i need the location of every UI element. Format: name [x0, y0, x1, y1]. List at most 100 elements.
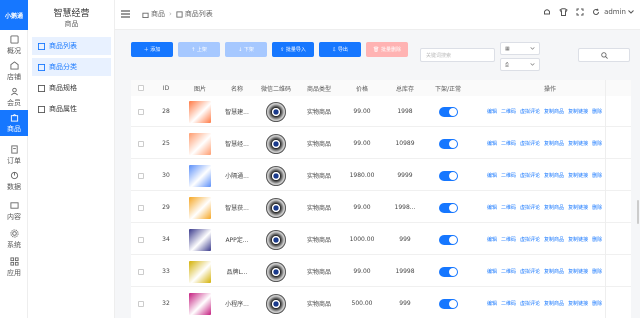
goods-thumbnail[interactable]	[189, 196, 211, 219]
category-select[interactable]: ▦	[500, 42, 540, 55]
edit-link[interactable]: 编辑	[487, 140, 497, 147]
bell-icon[interactable]	[543, 8, 551, 16]
rail-item-apps[interactable]: 应用	[0, 254, 28, 280]
row-checkbox[interactable]	[138, 108, 144, 115]
row-checkbox[interactable]	[138, 236, 144, 243]
copy-url-link[interactable]: 复制链接	[568, 204, 588, 211]
rail-item-order[interactable]: 订单	[0, 142, 28, 168]
row-checkbox[interactable]	[138, 204, 144, 211]
qrcode-link[interactable]: 二维码	[501, 172, 516, 179]
wechat-qrcode[interactable]	[266, 293, 286, 314]
wechat-qrcode[interactable]	[266, 165, 286, 186]
copy-url-link[interactable]: 复制链接	[568, 236, 588, 243]
submenu-item-goods-spec[interactable]: 商品规格	[32, 79, 111, 97]
submenu-item-goods-category[interactable]: 商品分类	[32, 58, 111, 76]
rail-item-data[interactable]: 数据	[0, 168, 28, 194]
virtual-review-link[interactable]: 虚拟评论	[520, 140, 540, 147]
select-all-checkbox[interactable]	[138, 85, 144, 91]
goods-thumbnail[interactable]	[189, 132, 211, 155]
copy-goods-link[interactable]: 复制商品	[544, 268, 564, 275]
status-toggle[interactable]	[438, 170, 458, 181]
delete-link[interactable]: 删除	[592, 204, 602, 211]
qrcode-link[interactable]: 二维码	[501, 268, 516, 275]
export-button[interactable]: ⇩ 导出	[319, 42, 361, 57]
goods-thumbnail[interactable]	[189, 228, 211, 251]
edit-link[interactable]: 编辑	[487, 268, 497, 275]
virtual-review-link[interactable]: 虚拟评论	[520, 268, 540, 275]
status-toggle[interactable]	[438, 234, 458, 245]
status-select[interactable]: ⎙	[500, 58, 540, 71]
status-toggle[interactable]	[438, 266, 458, 277]
batch-delete-button[interactable]: 🗑 批量删除	[366, 42, 408, 57]
copy-goods-link[interactable]: 复制商品	[544, 140, 564, 147]
chevron-down-icon[interactable]	[628, 10, 634, 14]
goods-thumbnail[interactable]	[189, 292, 211, 315]
row-checkbox[interactable]	[138, 140, 144, 147]
fullscreen-icon[interactable]	[576, 8, 584, 16]
goods-thumbnail[interactable]	[189, 164, 211, 187]
rail-item-content[interactable]: 内容	[0, 198, 28, 224]
copy-url-link[interactable]: 复制链接	[568, 140, 588, 147]
qrcode-link[interactable]: 二维码	[501, 204, 516, 211]
refresh-icon[interactable]	[592, 8, 600, 16]
rail-item-store[interactable]: 店铺	[0, 58, 28, 84]
row-select-cell[interactable]	[131, 96, 151, 127]
row-select-cell[interactable]	[131, 288, 151, 318]
add-button[interactable]: ＋ 添加	[131, 42, 173, 57]
edit-link[interactable]: 编辑	[487, 172, 497, 179]
delete-link[interactable]: 删除	[592, 236, 602, 243]
list-down-button[interactable]: ↓ 下架	[225, 42, 267, 57]
delete-link[interactable]: 删除	[592, 140, 602, 147]
wechat-qrcode[interactable]	[266, 197, 286, 218]
edit-link[interactable]: 编辑	[487, 236, 497, 243]
qrcode-link[interactable]: 二维码	[501, 108, 516, 115]
copy-url-link[interactable]: 复制链接	[568, 108, 588, 115]
copy-goods-link[interactable]: 复制商品	[544, 236, 564, 243]
copy-goods-link[interactable]: 复制商品	[544, 108, 564, 115]
qrcode-link[interactable]: 二维码	[501, 140, 516, 147]
wechat-qrcode[interactable]	[266, 229, 286, 250]
qrcode-link[interactable]: 二维码	[501, 236, 516, 243]
delete-link[interactable]: 删除	[592, 268, 602, 275]
goods-thumbnail[interactable]	[189, 260, 211, 283]
virtual-review-link[interactable]: 虚拟评论	[520, 172, 540, 179]
virtual-review-link[interactable]: 虚拟评论	[520, 204, 540, 211]
wechat-qrcode[interactable]	[266, 101, 286, 122]
list-up-button[interactable]: ↑ 上架	[178, 42, 220, 57]
qrcode-link[interactable]: 二维码	[501, 300, 516, 307]
copy-url-link[interactable]: 复制链接	[568, 268, 588, 275]
rail-item-goods[interactable]: 商品	[0, 110, 28, 136]
wechat-qrcode[interactable]	[266, 261, 286, 282]
row-select-cell[interactable]	[131, 128, 151, 159]
search-button[interactable]	[578, 48, 630, 62]
breadcrumb-item[interactable]: 商品	[151, 9, 165, 19]
virtual-review-link[interactable]: 虚拟评论	[520, 108, 540, 115]
virtual-review-link[interactable]: 虚拟评论	[520, 236, 540, 243]
keyword-search-input[interactable]: 关键词搜索	[420, 48, 495, 62]
delete-link[interactable]: 删除	[592, 108, 602, 115]
edit-link[interactable]: 编辑	[487, 300, 497, 307]
status-toggle[interactable]	[438, 106, 458, 117]
rail-item-system[interactable]: 系统	[0, 226, 28, 252]
shirt-icon[interactable]	[559, 8, 568, 16]
edit-link[interactable]: 编辑	[487, 108, 497, 115]
virtual-review-link[interactable]: 虚拟评论	[520, 300, 540, 307]
scrollbar[interactable]	[637, 200, 639, 224]
status-toggle[interactable]	[438, 202, 458, 213]
goods-thumbnail[interactable]	[189, 100, 211, 123]
rail-item-member[interactable]: 会员	[0, 84, 28, 110]
row-select-cell[interactable]	[131, 160, 151, 191]
status-toggle[interactable]	[438, 138, 458, 149]
row-select-cell[interactable]	[131, 192, 151, 223]
wechat-qrcode[interactable]	[266, 133, 286, 154]
delete-link[interactable]: 删除	[592, 300, 602, 307]
submenu-item-goods-list[interactable]: 商品列表	[32, 37, 111, 55]
edit-link[interactable]: 编辑	[487, 204, 497, 211]
menu-toggle-icon[interactable]	[121, 10, 130, 18]
copy-url-link[interactable]: 复制链接	[568, 300, 588, 307]
copy-goods-link[interactable]: 复制商品	[544, 300, 564, 307]
user-name[interactable]: admin	[604, 8, 626, 16]
row-checkbox[interactable]	[138, 268, 144, 275]
row-select-cell[interactable]	[131, 256, 151, 287]
submenu-item-goods-attr[interactable]: 商品属性	[32, 100, 111, 118]
